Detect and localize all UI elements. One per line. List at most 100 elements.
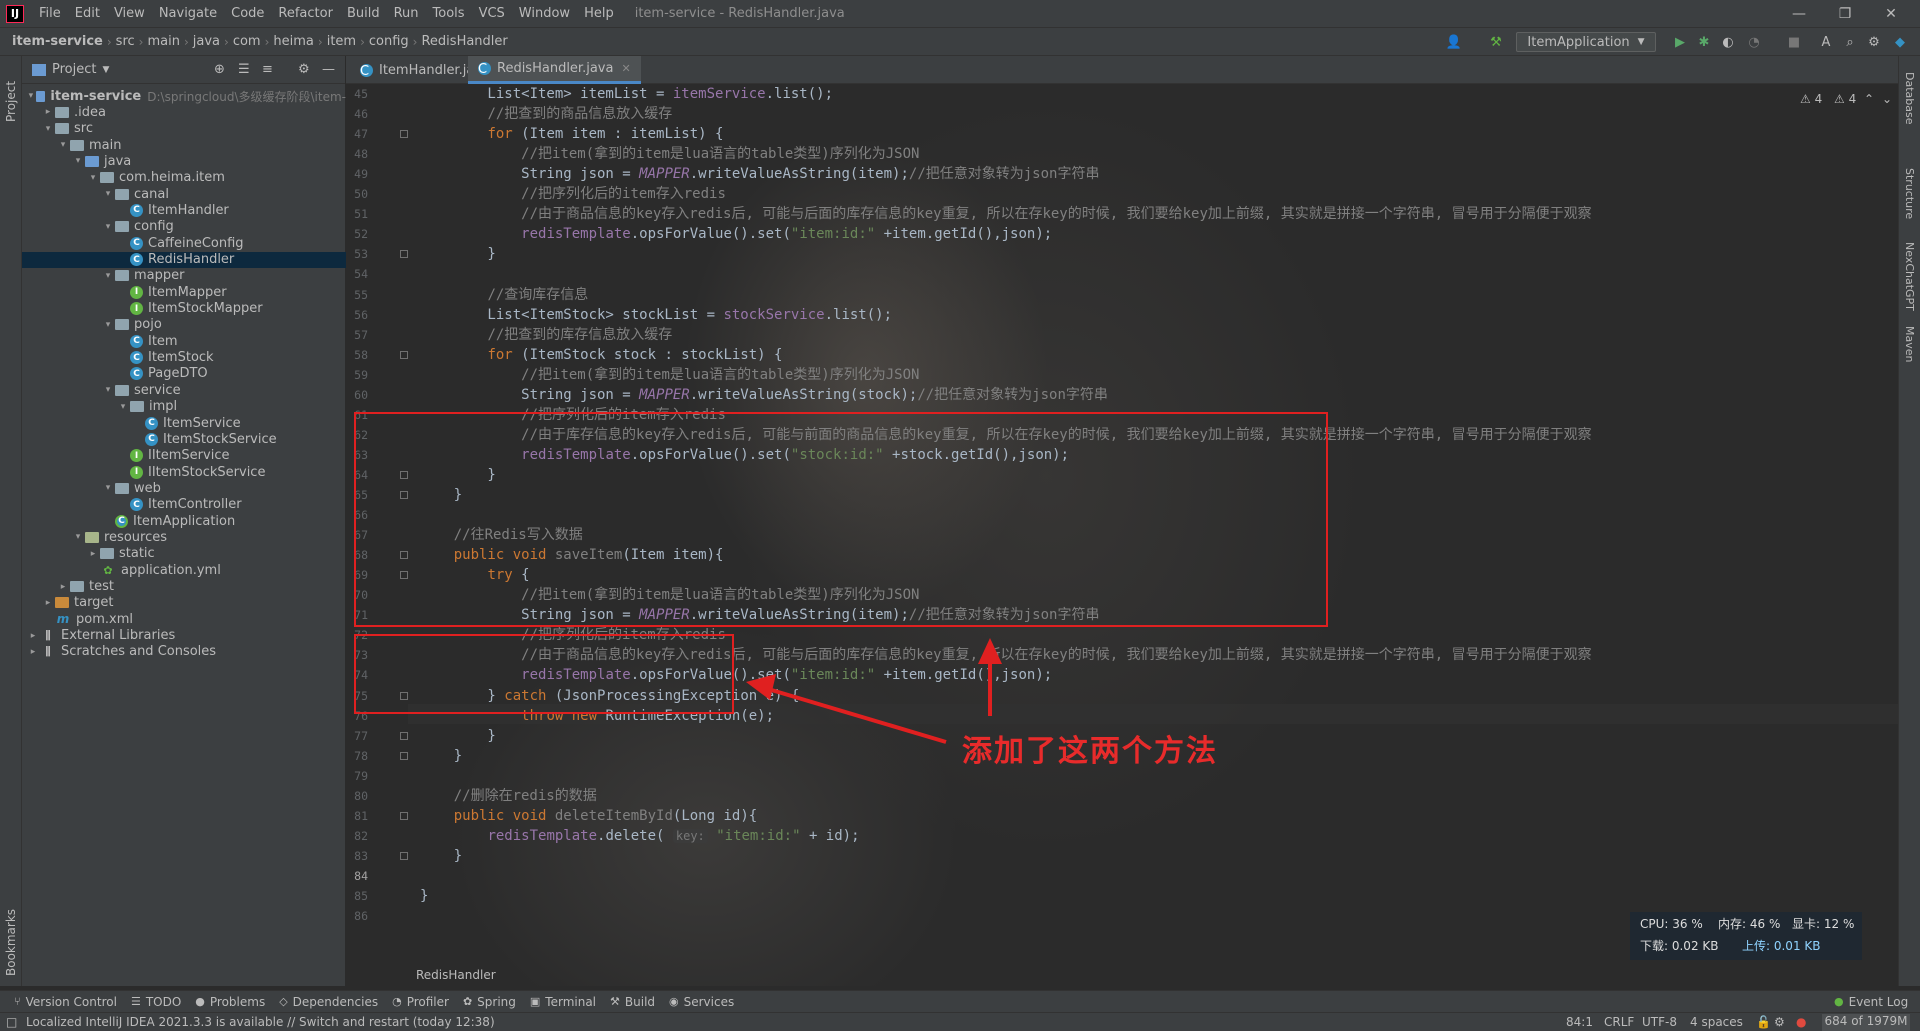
build-hammer-icon[interactable]: ⚒ xyxy=(1488,34,1504,50)
tree-toggle-icon[interactable]: ▾ xyxy=(101,189,115,199)
status-message[interactable]: Localized IntelliJ IDEA 2021.3.3 is avai… xyxy=(26,1015,495,1029)
breadcrumb-item[interactable]: heima xyxy=(269,34,317,49)
tree-item[interactable]: C Item xyxy=(22,333,346,349)
stop-icon[interactable]: ■ xyxy=(1786,34,1802,50)
menu-navigate[interactable]: Navigate xyxy=(152,6,224,21)
tree-toggle-icon[interactable]: ▾ xyxy=(116,402,130,412)
tree-toggle-icon[interactable]: ▸ xyxy=(26,631,40,641)
settings-gear-icon[interactable]: ⚙ xyxy=(1866,34,1882,50)
tree-toggle-icon[interactable]: ▸ xyxy=(41,598,55,608)
tool-window-terminal[interactable]: ▣ Terminal xyxy=(530,995,596,1009)
tree-item[interactable]: ▾ pojo xyxy=(22,317,346,333)
structure-tool-tab[interactable]: Structure xyxy=(1903,168,1916,219)
profile-icon[interactable]: ◔ xyxy=(1746,34,1762,50)
tree-item[interactable]: C ItemHandler xyxy=(22,202,346,218)
breadcrumb-item[interactable]: src xyxy=(112,34,139,49)
nexchatgpt-tool-tab[interactable]: NexChatGPT xyxy=(1903,242,1916,311)
menu-run[interactable]: Run xyxy=(387,6,426,21)
options-gear-icon[interactable]: ⚙ xyxy=(298,62,310,77)
user-icon[interactable]: 👤 xyxy=(1446,34,1462,50)
tree-toggle-icon[interactable]: ▾ xyxy=(101,385,115,395)
menu-code[interactable]: Code xyxy=(224,6,271,21)
tree-item[interactable]: I ItemMapper xyxy=(22,284,346,300)
collapse-all-icon[interactable]: ≡ xyxy=(262,62,273,77)
breadcrumb-item[interactable]: main xyxy=(143,34,183,49)
tree-toggle-icon[interactable]: ▾ xyxy=(56,140,70,150)
menu-vcs[interactable]: VCS xyxy=(472,6,512,21)
search-icon[interactable]: ⌕ xyxy=(1842,34,1858,50)
breadcrumb-item[interactable]: java xyxy=(189,34,224,49)
tree-item[interactable]: ▾ config xyxy=(22,219,346,235)
tree-item[interactable]: ▸ target xyxy=(22,595,346,611)
tree-toggle-icon[interactable]: ▾ xyxy=(86,173,100,183)
expand-all-icon[interactable]: ☰ xyxy=(238,62,250,77)
minimize-icon[interactable]: — xyxy=(1776,0,1822,28)
line-separator[interactable]: CRLF xyxy=(1604,1015,1634,1029)
menu-tools[interactable]: Tools xyxy=(426,6,472,21)
coverage-icon[interactable]: ◐ xyxy=(1720,34,1736,50)
caret-position[interactable]: 84:1 xyxy=(1566,1015,1593,1029)
menu-build[interactable]: Build xyxy=(340,6,387,21)
tree-item[interactable]: m pom.xml xyxy=(22,611,346,627)
tree-item[interactable]: C ItemStockService xyxy=(22,431,346,447)
tree-toggle-icon[interactable]: ▾ xyxy=(71,532,85,542)
restore-icon[interactable]: ❐ xyxy=(1822,0,1868,28)
indent-setting[interactable]: 4 spaces xyxy=(1690,1015,1743,1029)
tree-item[interactable]: ▾ item-service D:\springcloud\多级缓存阶段\item- xyxy=(22,88,346,104)
tree-item[interactable]: ▾ resources xyxy=(22,529,346,545)
tool-window-profiler[interactable]: ◔ Profiler xyxy=(392,995,449,1009)
breadcrumb-item[interactable]: item xyxy=(323,34,360,49)
tree-item[interactable]: C CaffeineConfig xyxy=(22,235,346,251)
tree-toggle-icon[interactable]: ▸ xyxy=(41,107,55,117)
tree-toggle-icon[interactable]: ▾ xyxy=(26,91,36,101)
status-square-icon[interactable]: □ xyxy=(6,1015,17,1029)
tree-item[interactable]: ▾ java xyxy=(22,153,346,169)
lock-icon[interactable]: 🔓 xyxy=(1756,1015,1771,1029)
memory-indicator[interactable]: 684 of 1979M xyxy=(1822,1014,1910,1031)
tool-window-version-control[interactable]: ⑂ Version Control xyxy=(14,995,117,1009)
browser-icon[interactable]: ● xyxy=(1796,1015,1806,1029)
locate-icon[interactable]: ⊕ xyxy=(214,62,225,77)
tree-toggle-icon[interactable]: ▾ xyxy=(41,124,55,134)
inspection-icon[interactable]: ⚙ xyxy=(1774,1015,1785,1029)
hide-icon[interactable]: — xyxy=(322,62,335,77)
tree-item[interactable]: I IItemService xyxy=(22,448,346,464)
tree-toggle-icon[interactable]: ▸ xyxy=(56,582,70,592)
project-tool-tab[interactable]: Project xyxy=(4,62,18,122)
translate-icon[interactable]: A xyxy=(1818,34,1834,50)
tree-item[interactable]: C ItemController xyxy=(22,497,346,513)
tree-toggle-icon[interactable]: ▾ xyxy=(101,271,115,281)
tree-item[interactable]: ✿ application.yml xyxy=(22,562,346,578)
tree-item[interactable]: ▾ mapper xyxy=(22,268,346,284)
menu-edit[interactable]: Edit xyxy=(68,6,107,21)
breadcrumb-item[interactable]: item-service xyxy=(0,34,107,49)
tree-item[interactable]: ▾ com.heima.item xyxy=(22,170,346,186)
menu-help[interactable]: Help xyxy=(577,6,621,21)
menu-file[interactable]: File xyxy=(32,6,68,21)
run-icon[interactable]: ▶ xyxy=(1672,34,1688,50)
tree-item[interactable]: ▾ impl xyxy=(22,399,346,415)
editor-breadcrumb[interactable]: RedisHandler xyxy=(416,968,496,982)
tree-item[interactable]: ▾ main xyxy=(22,137,346,153)
tree-item[interactable]: I ItemStockMapper xyxy=(22,301,346,317)
tree-item[interactable]: C PageDTO xyxy=(22,366,346,382)
tree-item[interactable]: C ItemApplication xyxy=(22,513,346,529)
tree-item[interactable]: C ItemStock xyxy=(22,350,346,366)
tree-toggle-icon[interactable]: ▸ xyxy=(86,549,100,559)
close-window-icon[interactable]: ✕ xyxy=(1868,0,1914,28)
file-encoding[interactable]: UTF-8 xyxy=(1642,1015,1677,1029)
menu-view[interactable]: View xyxy=(107,6,152,21)
tree-toggle-icon[interactable]: ▸ xyxy=(26,647,40,657)
tree-item[interactable]: ▸ ⫼ Scratches and Consoles xyxy=(22,644,346,660)
tree-toggle-icon[interactable]: ▾ xyxy=(101,483,115,493)
tool-window-problems[interactable]: ● Problems xyxy=(195,995,265,1009)
bookmarks-tool-tab[interactable]: Bookmarks xyxy=(4,896,18,976)
maven-tool-tab[interactable]: Maven xyxy=(1903,326,1916,362)
tree-item[interactable]: ▾ web xyxy=(22,480,346,496)
tree-item[interactable]: ▸ static xyxy=(22,546,346,562)
tool-window-spring[interactable]: ✿ Spring xyxy=(463,995,516,1009)
event-log-button[interactable]: ● Event Log xyxy=(1834,995,1908,1009)
breadcrumb-item[interactable]: com xyxy=(229,34,265,49)
tool-window-todo[interactable]: ☰ TODO xyxy=(131,995,181,1009)
run-configuration-select[interactable]: ItemApplication ▼ xyxy=(1516,32,1656,52)
